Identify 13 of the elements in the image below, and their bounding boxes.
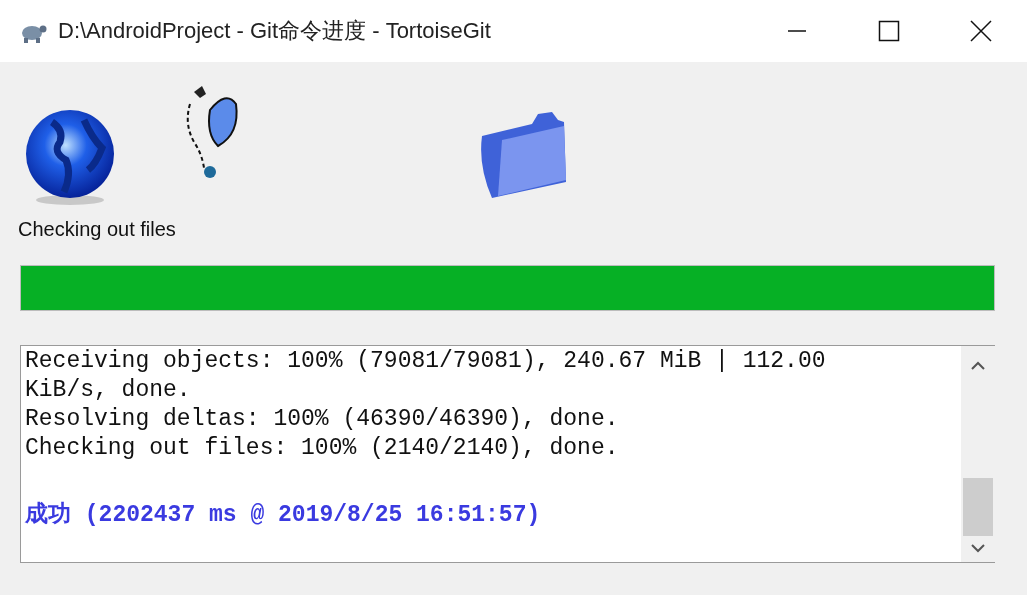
scroll-down-icon[interactable]: [970, 544, 986, 554]
window-title: D:\AndroidProject - Git命令进度 - TortoiseGit: [58, 17, 492, 45]
close-icon[interactable]: [970, 20, 992, 42]
log-line: Checking out files: 100% (2140/2140), done.: [25, 434, 620, 463]
status-label: Checking out files: [18, 218, 177, 241]
log-line: KiB/s, done.: [25, 376, 192, 405]
log-line: Resolving deltas: 100% (46390/46390), done.: [25, 405, 620, 434]
scroll-thumb[interactable]: [963, 478, 993, 536]
scroll-up-icon[interactable]: [970, 360, 986, 370]
success-message: 成功 (2202437 ms @ 2019/8/25 16:51:57): [25, 501, 542, 530]
scrollbar[interactable]: [961, 346, 995, 562]
maximize-icon[interactable]: [878, 20, 900, 42]
log-line: Receiving objects: 100% (79081/79081), 240.67 MiB | 112.00: [25, 347, 827, 376]
